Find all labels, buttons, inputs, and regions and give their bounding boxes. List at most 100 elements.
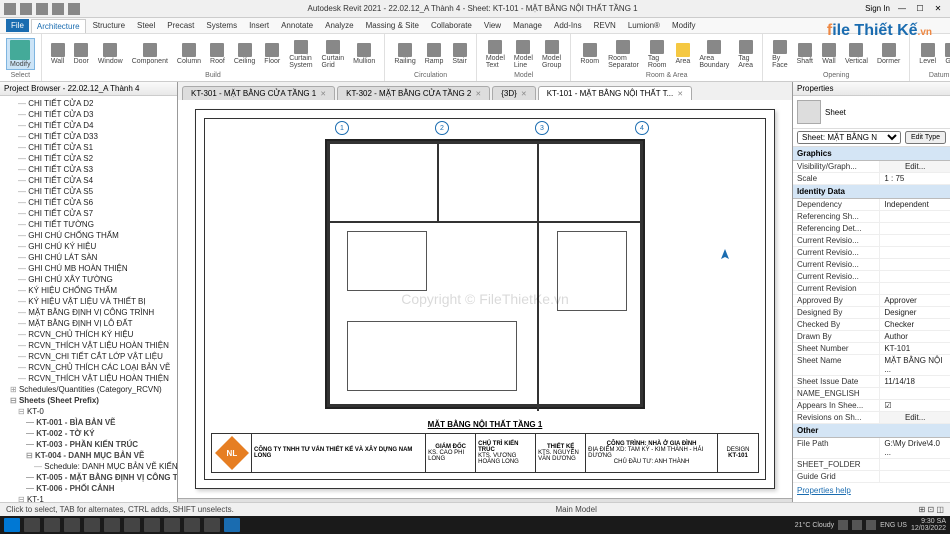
maximize-button[interactable]: ☐ <box>914 3 926 15</box>
minimize-button[interactable]: — <box>896 3 908 15</box>
props-value[interactable]: Independent <box>879 199 950 210</box>
document-tab[interactable]: KT-302 - MẶT BẰNG CỬA TẦNG 2✕ <box>337 86 490 100</box>
tab-lumion[interactable]: Lumion® <box>623 19 665 32</box>
props-row[interactable]: Checked ByChecker <box>793 319 950 331</box>
props-row[interactable]: Current Revisio... <box>793 235 950 247</box>
document-tab[interactable]: KT-301 - MẶT BẰNG CỬA TẦNG 1✕ <box>182 86 335 100</box>
tree-item[interactable]: CHI TIẾT CỬA S2 <box>2 153 175 164</box>
props-row[interactable]: Visibility/Graph...Edit... <box>793 161 950 173</box>
tree-item[interactable]: RCVN_THÍCH VẬT LIỆU HOÀN THIỆN <box>2 373 175 384</box>
by-face-button[interactable]: By Face <box>769 39 791 70</box>
vertical-button[interactable]: Vertical <box>842 42 871 66</box>
tree-item[interactable]: KT-002 - TỜ KÝ <box>2 428 175 439</box>
clock-time[interactable]: 9:30 SA <box>911 518 946 525</box>
shaft-button[interactable]: Shaft <box>794 42 816 66</box>
window-button[interactable]: Window <box>95 42 126 66</box>
tab-massing[interactable]: Massing & Site <box>361 19 424 32</box>
props-value[interactable]: Checker <box>879 319 950 330</box>
props-row[interactable]: Scale1 : 75 <box>793 173 950 185</box>
props-value[interactable]: Approver <box>879 295 950 306</box>
door-button[interactable]: Door <box>71 42 92 66</box>
tree-item[interactable]: RCVN_CHỦ THÍCH CÁC LOẠI BẢN VẼ <box>2 362 175 373</box>
tree-item[interactable]: CHI TIẾT CỬA D4 <box>2 120 175 131</box>
area-boundary-button[interactable]: Area Boundary <box>696 39 732 70</box>
tab-steel[interactable]: Steel <box>132 19 160 32</box>
curtain-grid-button[interactable]: Curtain Grid <box>319 39 348 70</box>
props-value[interactable] <box>879 388 950 399</box>
qat-redo-icon[interactable] <box>68 3 80 15</box>
props-row[interactable]: Referencing Det... <box>793 223 950 235</box>
close-tab-icon[interactable]: ✕ <box>677 90 683 98</box>
tree-item[interactable]: CHI TIẾT CỬA S3 <box>2 164 175 175</box>
tree-item[interactable]: CHI TIẾT CỬA S6 <box>2 197 175 208</box>
tag-area-button[interactable]: Tag Area <box>735 39 756 70</box>
taskbar-app[interactable] <box>144 518 160 532</box>
level-button[interactable]: Level <box>916 42 939 66</box>
tree-item[interactable]: KT-0 <box>2 406 175 417</box>
close-tab-icon[interactable]: ✕ <box>475 90 481 98</box>
props-row[interactable]: Designed ByDesigner <box>793 307 950 319</box>
mullion-button[interactable]: Mullion <box>350 42 378 66</box>
tab-architecture[interactable]: Architecture <box>31 19 86 33</box>
qat-save-icon[interactable] <box>36 3 48 15</box>
tree-item[interactable]: Schedule: DANH MỤC BẢN VẼ KIẾN TRÚC <box>2 461 175 472</box>
taskbar-revit[interactable] <box>224 518 240 532</box>
system-tray[interactable]: 21°C Cloudy ENG US 9:30 SA 12/03/2022 <box>795 518 946 532</box>
taskbar-app[interactable] <box>104 518 120 532</box>
grid-button[interactable]: Grid <box>942 42 950 66</box>
props-value[interactable]: KT-101 <box>879 343 950 354</box>
type-selector[interactable]: Sheet <box>793 96 950 129</box>
props-value[interactable]: 1 : 75 <box>879 173 950 184</box>
props-group-header[interactable]: Graphics <box>793 147 950 161</box>
tree-item[interactable]: KT-004 - DANH MỤC BẢN VẼ <box>2 450 175 461</box>
status-icons[interactable]: ⊞ ⊡ ◫ <box>919 505 944 514</box>
document-tab[interactable]: KT-101 - MẶT BẰNG NỘI THẤT T...✕ <box>538 86 692 100</box>
wall-button[interactable]: Wall <box>819 42 839 66</box>
tree-item[interactable]: KÝ HIỆU VẬT LIỆU VÀ THIẾT BỊ <box>2 296 175 307</box>
props-row[interactable]: File PathG:\My Drive\4.0 ... <box>793 438 950 459</box>
tab-structure[interactable]: Structure <box>88 19 130 32</box>
tab-modify[interactable]: Modify <box>667 19 701 32</box>
tray-icon[interactable] <box>866 520 876 530</box>
props-group-header[interactable]: Identity Data <box>793 185 950 199</box>
tree-item[interactable]: KÝ HIỆU CHỐNG THẤM <box>2 285 175 296</box>
props-row[interactable]: Sheet Issue Date11/14/18 <box>793 376 950 388</box>
props-help-link[interactable]: Properties help <box>793 483 950 498</box>
taskbar-search-icon[interactable] <box>24 518 40 532</box>
tree-item[interactable]: GHI CHÚ LÁT SÀN <box>2 252 175 263</box>
tab-collaborate[interactable]: Collaborate <box>426 19 477 32</box>
tray-icon[interactable] <box>852 520 862 530</box>
tree-item[interactable]: GHI CHÚ CHỐNG THẤM <box>2 230 175 241</box>
tree-item[interactable]: RCVN_THÍCH VẬT LIỆU HOÀN THIỆN <box>2 340 175 351</box>
props-value[interactable] <box>879 271 950 282</box>
stair-button[interactable]: Stair <box>449 42 469 66</box>
tree-item[interactable]: CHI TIẾT TƯỜNG <box>2 219 175 230</box>
edit-type-button[interactable]: Edit Type <box>905 131 946 144</box>
modify-button[interactable]: Modify <box>6 38 35 70</box>
tag-room-button[interactable]: Tag Room <box>645 39 670 70</box>
document-tab[interactable]: {3D}✕ <box>492 86 535 100</box>
start-button[interactable] <box>4 518 20 532</box>
tab-view[interactable]: View <box>479 19 506 32</box>
room-button[interactable]: Room <box>577 42 602 66</box>
railing-button[interactable]: Railing <box>391 42 418 66</box>
tree-item[interactable]: MẶT BẰNG ĐỊNH VỊ LÔ ĐẤT <box>2 318 175 329</box>
props-row[interactable]: Current Revision <box>793 283 950 295</box>
taskbar-app[interactable] <box>164 518 180 532</box>
props-row[interactable]: NAME_ENGLISH <box>793 388 950 400</box>
tab-addins[interactable]: Add-Ins <box>549 19 587 32</box>
qat-undo-icon[interactable] <box>52 3 64 15</box>
tab-manage[interactable]: Manage <box>508 19 547 32</box>
props-value[interactable] <box>879 459 950 470</box>
ramp-button[interactable]: Ramp <box>422 42 447 66</box>
tree-item[interactable]: GHI CHÚ MB HOÀN THIỆN <box>2 263 175 274</box>
props-value[interactable] <box>879 223 950 234</box>
props-value[interactable]: ☑ <box>879 400 950 411</box>
taskbar-app[interactable] <box>64 518 80 532</box>
area-button[interactable]: Area <box>673 42 694 66</box>
model-line-button[interactable]: Model Line <box>511 39 536 70</box>
props-value[interactable]: G:\My Drive\4.0 ... <box>879 438 950 458</box>
props-row[interactable]: Referencing Sh... <box>793 211 950 223</box>
close-tab-icon[interactable]: ✕ <box>320 90 326 98</box>
signin-link[interactable]: Sign In <box>865 4 890 13</box>
